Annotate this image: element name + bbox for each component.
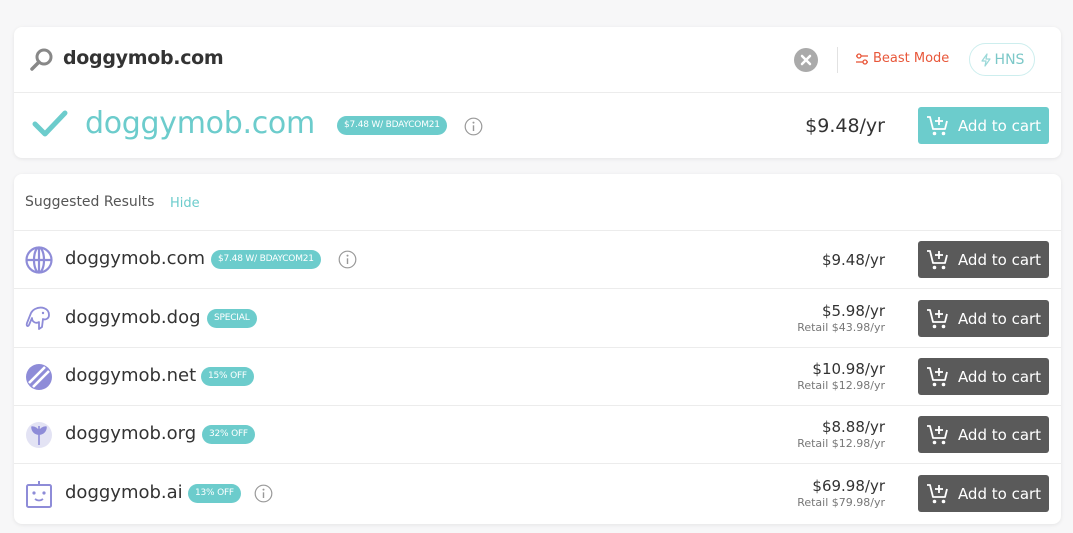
- cart-icon: [926, 424, 948, 444]
- result-row: doggymob.net 15% OFF $10.98/yr Retail $1…: [14, 348, 1061, 406]
- domain-name: doggymob.dog: [65, 307, 201, 328]
- add-to-cart-label: Add to cart: [957, 309, 1042, 328]
- suggested-title: Suggested Results: [25, 194, 155, 210]
- hns-toggle[interactable]: HNS: [969, 43, 1035, 76]
- price-block: $69.98/yr Retail $79.98/yr: [797, 477, 885, 509]
- promo-badge: $7.48 W/ BDAYCOM21: [211, 250, 321, 269]
- promo-badge: 13% OFF: [188, 484, 241, 503]
- price: $8.88/yr: [821, 418, 885, 436]
- search-input[interactable]: doggymob.com: [63, 47, 224, 69]
- beast-mode-button[interactable]: Beast Mode: [855, 51, 949, 66]
- cart-icon: [926, 115, 948, 135]
- org-icon: [26, 422, 52, 448]
- divider: [837, 47, 838, 73]
- info-icon[interactable]: [464, 117, 483, 136]
- result-row: doggymob.ai 13% OFF $69.98/yr Retail $79…: [14, 465, 1061, 523]
- result-row: doggymob.dog SPECIAL $5.98/yr Retail $43…: [14, 290, 1061, 348]
- cart-icon: [926, 366, 948, 386]
- price: $10.98/yr: [812, 360, 885, 378]
- promo-badge: 32% OFF: [202, 425, 255, 444]
- search-bar[interactable]: doggymob.com Beast Mode HNS: [14, 27, 1061, 93]
- globe-icon: [25, 246, 53, 274]
- add-to-cart-button[interactable]: Add to cart: [918, 241, 1049, 278]
- main-domain-name: doggymob.com: [85, 106, 315, 141]
- domain-name: doggymob.net: [65, 365, 197, 386]
- close-icon: [800, 54, 812, 66]
- add-to-cart-button[interactable]: Add to cart: [918, 107, 1049, 144]
- bolt-icon: [980, 52, 991, 67]
- main-result-row: doggymob.com $7.48 W/ BDAYCOM21 $9.48/yr…: [14, 93, 1061, 158]
- promo-badge: $7.48 W/ BDAYCOM21: [337, 116, 447, 135]
- price-block: $10.98/yr Retail $12.98/yr: [797, 360, 885, 392]
- domain-name: doggymob.ai: [65, 482, 183, 503]
- add-to-cart-button[interactable]: Add to cart: [918, 475, 1049, 512]
- hide-link[interactable]: Hide: [170, 196, 200, 211]
- dog-icon: [25, 306, 50, 330]
- suggested-results-card: Suggested Results Hide doggymob.com $7.4…: [14, 174, 1061, 524]
- add-to-cart-label: Add to cart: [957, 425, 1042, 444]
- add-to-cart-label: Add to cart: [957, 250, 1042, 269]
- price-block: $5.98/yr Retail $43.98/yr: [797, 302, 885, 334]
- price-block: $9.48/yr: [822, 251, 885, 269]
- hns-label: HNS: [994, 51, 1025, 68]
- search-icon: [30, 48, 53, 71]
- result-row: doggymob.org 32% OFF $8.88/yr Retail $12…: [14, 406, 1061, 464]
- retail-price: Retail $43.98/yr: [797, 321, 885, 334]
- info-icon[interactable]: [254, 484, 273, 503]
- price: $5.98/yr: [821, 302, 885, 320]
- add-to-cart-label: Add to cart: [957, 367, 1042, 386]
- sliders-icon: [856, 52, 868, 65]
- cart-icon: [926, 249, 948, 269]
- retail-price: Retail $12.98/yr: [797, 379, 885, 392]
- clear-search-button[interactable]: [794, 48, 818, 72]
- domain-name: doggymob.com: [65, 248, 206, 269]
- result-row: doggymob.com $7.48 W/ BDAYCOM21 $9.48/yr…: [14, 231, 1061, 289]
- domain-name: doggymob.org: [65, 423, 197, 444]
- price-block: $8.88/yr Retail $12.98/yr: [797, 418, 885, 450]
- search-card: doggymob.com Beast Mode HNS doggymob.com…: [14, 27, 1061, 158]
- beast-mode-label: Beast Mode: [873, 51, 950, 66]
- suggested-header: Suggested Results Hide: [14, 174, 1061, 231]
- check-icon: [32, 110, 68, 137]
- retail-price: Retail $12.98/yr: [797, 437, 885, 450]
- retail-price: Retail $79.98/yr: [797, 496, 885, 509]
- promo-badge: 15% OFF: [201, 367, 254, 386]
- cart-icon: [926, 483, 948, 503]
- promo-badge: SPECIAL: [207, 309, 257, 328]
- add-to-cart-button[interactable]: Add to cart: [918, 300, 1049, 337]
- add-to-cart-button[interactable]: Add to cart: [918, 358, 1049, 395]
- add-to-cart-button[interactable]: Add to cart: [918, 416, 1049, 453]
- net-icon: [26, 364, 52, 390]
- price: $69.98/yr: [812, 477, 885, 495]
- price: $9.48/yr: [821, 251, 885, 269]
- add-to-cart-label: Add to cart: [957, 116, 1042, 135]
- robot-icon: [26, 481, 52, 508]
- info-icon[interactable]: [338, 250, 357, 269]
- add-to-cart-label: Add to cart: [957, 484, 1042, 503]
- cart-icon: [926, 308, 948, 328]
- main-price: $9.48/yr: [805, 115, 885, 137]
